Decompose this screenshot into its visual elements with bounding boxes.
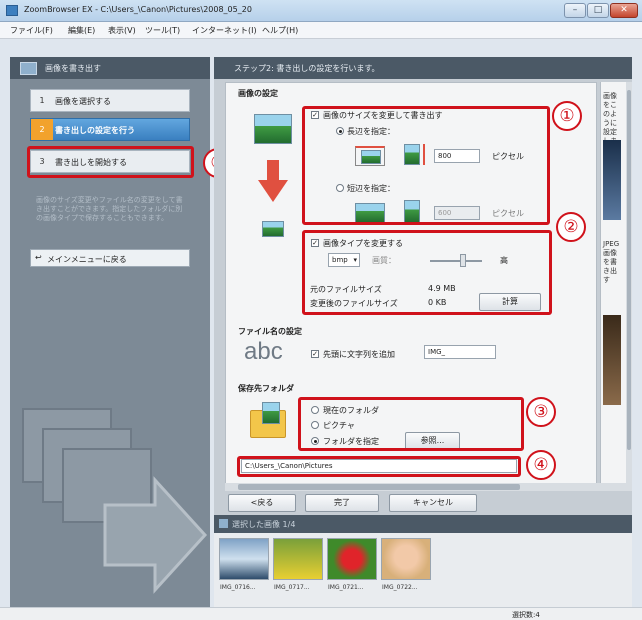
thumbnails-icon — [219, 519, 228, 528]
preview-image-2 — [603, 315, 621, 405]
menu-internet[interactable]: インターネット(I) — [192, 25, 257, 36]
filename-settings-title: ファイル名の設定 — [238, 327, 302, 336]
step-description: 画像のサイズ変更やファイル名の変更をして書き出すことができます。指定したフォルダ… — [36, 196, 183, 222]
zoombrowser-window: ZoomBrowser EX - C:\Users_\Canon\Picture… — [0, 0, 642, 620]
prefix-input[interactable]: IMG_ — [424, 345, 496, 359]
annotation-3: ③ — [526, 397, 556, 427]
annotation-4: ④ — [526, 450, 556, 480]
menu-view[interactable]: 表示(V) — [108, 25, 136, 36]
step-export-settings[interactable]: 2 書き出しの設定を行う — [30, 118, 190, 141]
annotation-frame-3 — [298, 397, 524, 451]
image-settings-title: 画像の設定 — [238, 89, 278, 98]
maximize-button[interactable]: □ — [587, 3, 609, 18]
prefix-checkbox[interactable]: ✓ — [311, 350, 319, 358]
vertical-scroll-thumb[interactable] — [627, 90, 631, 450]
annotation-frame-4 — [237, 456, 521, 477]
back-arrow-icon: ↩ — [35, 253, 42, 262]
menu-edit[interactable]: 編集(E) — [68, 25, 95, 36]
thumbnail-label: IMG_0717... — [274, 584, 310, 591]
output-folder-title: 保存先フォルダ — [238, 384, 294, 393]
menu-file[interactable]: ファイル(F) — [10, 25, 53, 36]
annotation-1: ① — [552, 101, 582, 131]
annotation-2: ② — [556, 212, 586, 242]
step-select-images[interactable]: 1 画像を選択する — [30, 89, 190, 112]
menu-help[interactable]: ヘルプ(H) — [262, 25, 298, 36]
thumbnail-label: IMG_0721... — [328, 584, 364, 591]
back-button[interactable]: <戻る — [228, 494, 296, 512]
small-image-icon — [262, 221, 284, 237]
main-menu-button[interactable]: ↩ メインメニューに戻る — [30, 249, 190, 267]
menu-bar: ファイル(F) 編集(E) 表示(V) ツール(T) インターネット(I) ヘル… — [0, 22, 642, 39]
down-arrow-icon — [258, 160, 288, 202]
thumbnail-label: IMG_0722... — [382, 584, 418, 591]
folder-image-icon — [262, 402, 280, 424]
abc-icon: abc — [244, 338, 283, 365]
title-bar: ZoomBrowser EX - C:\Users_\Canon\Picture… — [0, 0, 642, 22]
thumbnail-4[interactable] — [381, 538, 431, 580]
step-label: 書き出しの設定を行う — [55, 126, 135, 135]
annotation-frame-2 — [302, 230, 552, 315]
step-number: 1 — [39, 96, 45, 105]
window-title: ZoomBrowser EX - C:\Users_\Canon\Picture… — [24, 5, 252, 14]
step-header: ステップ2: 書き出しの設定を行います。 — [214, 57, 632, 79]
main-menu-label: メインメニューに戻る — [47, 255, 127, 264]
step-header-text: ステップ2: 書き出しの設定を行います。 — [234, 64, 380, 73]
close-button[interactable]: ✕ — [610, 3, 638, 18]
image-icon — [254, 114, 292, 144]
app-icon — [6, 5, 18, 16]
thumbnail-1[interactable] — [219, 538, 269, 580]
decorative-arrow-icon — [103, 476, 208, 594]
horizontal-scroll-thumb[interactable] — [238, 484, 520, 490]
left-panel-header: 画像を書き出す — [10, 57, 210, 79]
thumbnail-3[interactable] — [327, 538, 377, 580]
annotation-frame-5 — [27, 146, 194, 178]
prefix-checkbox-label: 先頭に文字列を追加 — [323, 350, 395, 359]
preview-image — [603, 140, 621, 220]
minimize-button[interactable]: – — [564, 3, 586, 18]
step-number: 2 — [31, 119, 53, 140]
thumbnail-label: IMG_0716... — [220, 584, 256, 591]
annotation-frame-1 — [302, 106, 550, 225]
status-bar: 選択数:4 — [0, 607, 642, 620]
thumbnails-header: 選択した画像 1/4 — [214, 515, 632, 533]
finish-button[interactable]: 完了 — [305, 494, 379, 512]
step-label: 画像を選択する — [55, 97, 111, 106]
preview-caption-2: JPEG画像を書き出す — [603, 240, 620, 284]
left-panel-title: 画像を書き出す — [45, 64, 101, 73]
export-icon — [20, 62, 37, 75]
thumbnails-title: 選択した画像 1/4 — [232, 520, 296, 529]
cancel-button[interactable]: キャンセル — [389, 494, 477, 512]
menu-tools[interactable]: ツール(T) — [145, 25, 180, 36]
thumbnail-2[interactable] — [273, 538, 323, 580]
selection-count: 選択数:4 — [512, 611, 540, 619]
